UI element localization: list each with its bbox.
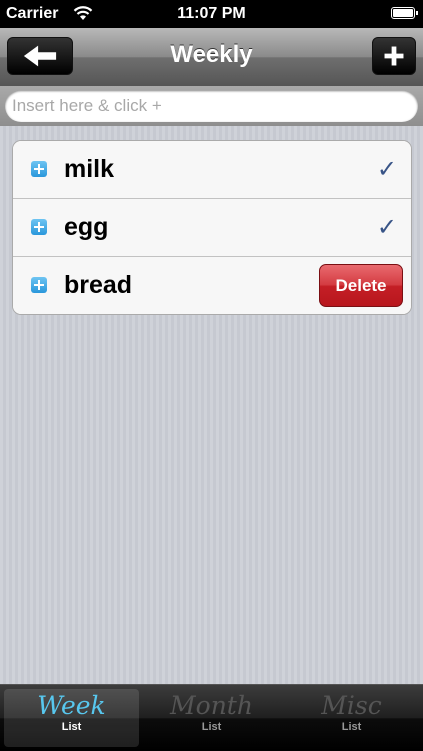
tab-label: List <box>201 721 222 733</box>
item-label: egg <box>64 213 109 241</box>
plus-icon <box>384 46 404 66</box>
tab-week-list[interactable]: Week List <box>4 689 139 747</box>
list-item[interactable]: milk ✓ <box>13 141 411 199</box>
navigation-bar: Weekly <box>0 28 423 87</box>
item-label: milk <box>64 155 115 183</box>
tab-week-icon: Week <box>37 691 106 720</box>
tab-bar: Week List Month List Misc List <box>0 684 423 751</box>
clock: 11:07 PM <box>177 5 246 22</box>
list-item[interactable]: egg ✓ <box>13 199 411 257</box>
add-button[interactable] <box>372 37 416 75</box>
battery-icon <box>391 7 418 19</box>
checkmark-icon: ✓ <box>376 156 397 183</box>
tab-misc-icon: Misc <box>321 691 382 720</box>
tab-month-list[interactable]: Month List <box>144 689 279 747</box>
tab-label: List <box>61 721 82 733</box>
insert-bar <box>0 86 423 126</box>
add-item-icon[interactable] <box>31 161 47 177</box>
add-item-icon[interactable] <box>31 219 47 235</box>
item-list: milk ✓ egg ✓ bread Delete <box>12 140 412 315</box>
list-background: milk ✓ egg ✓ bread Delete <box>0 126 423 684</box>
status-bar: Carrier 11:07 PM <box>0 0 423 28</box>
tab-label: List <box>341 721 362 733</box>
checkmark-icon: ✓ <box>376 214 397 241</box>
add-item-icon[interactable] <box>31 277 47 293</box>
page-title: Weekly <box>170 41 253 68</box>
list-item[interactable]: bread Delete <box>13 257 411 314</box>
tab-month-icon: Month <box>170 691 253 720</box>
delete-button[interactable]: Delete <box>319 264 403 307</box>
item-label: bread <box>64 271 133 299</box>
insert-input[interactable] <box>5 90 418 122</box>
tab-misc-list[interactable]: Misc List <box>284 689 419 747</box>
